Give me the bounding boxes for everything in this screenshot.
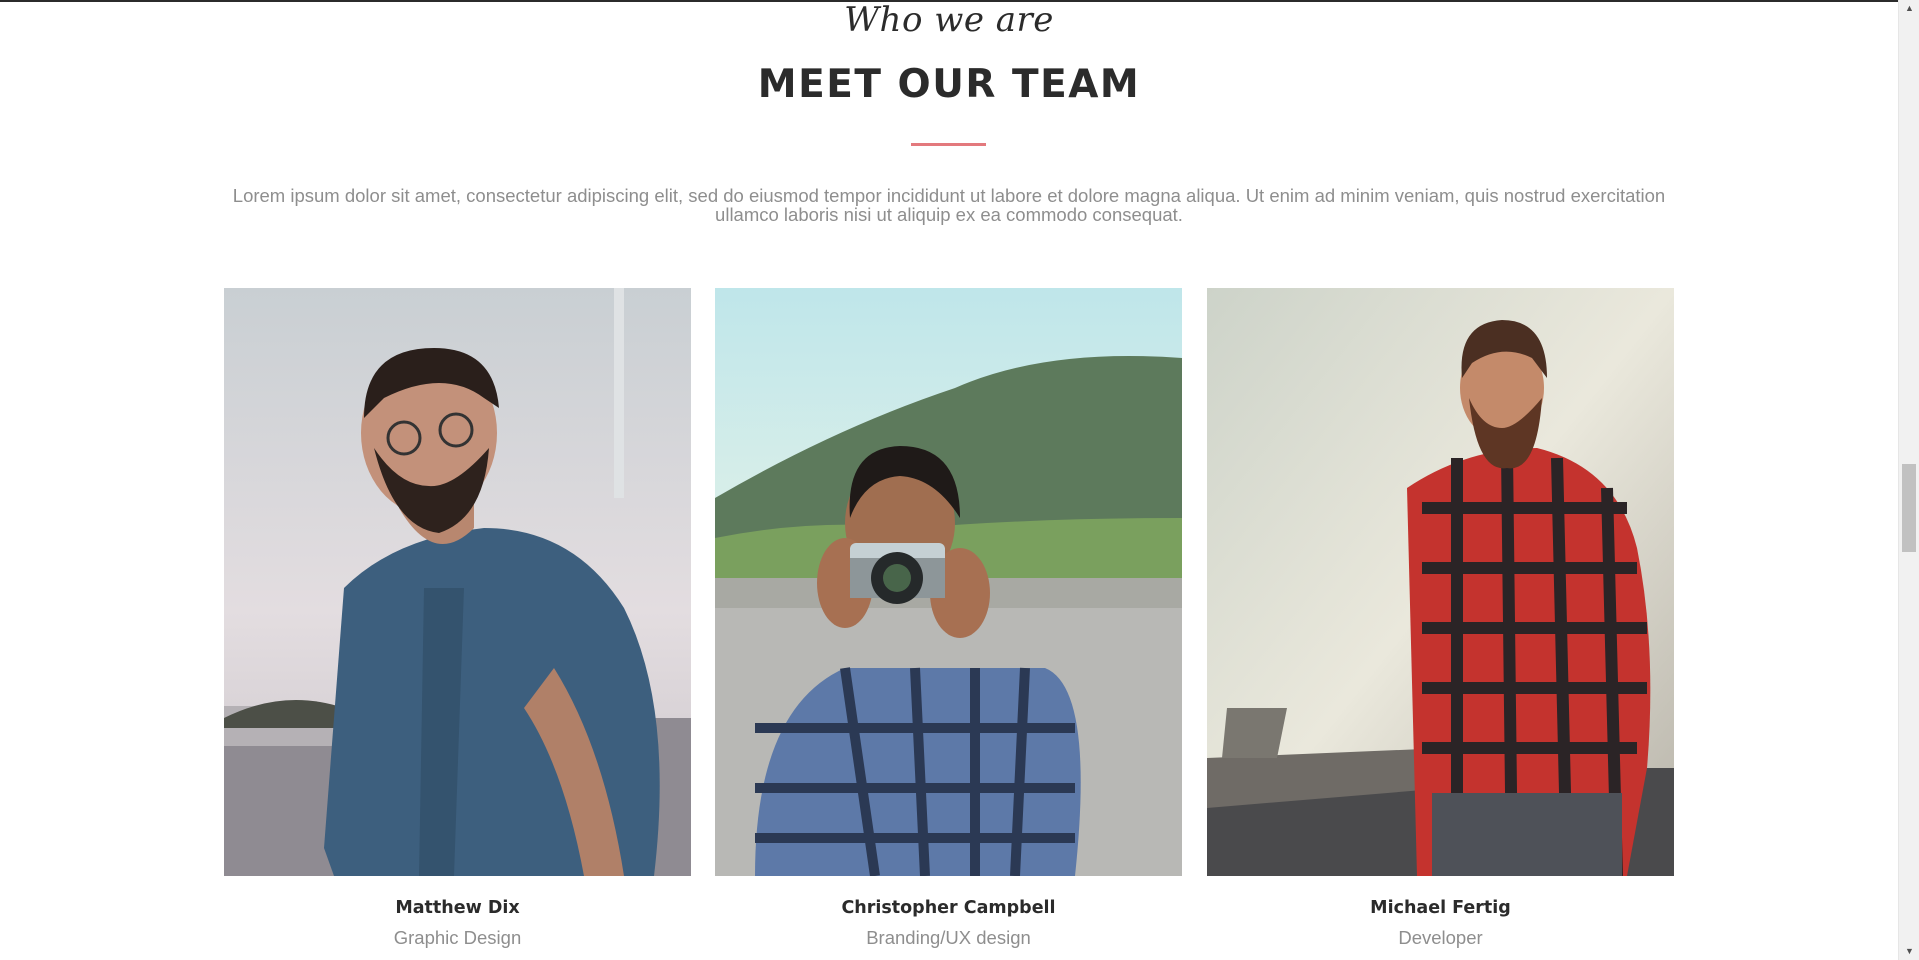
- team-photo-michael: [1207, 288, 1674, 876]
- member-name: Michael Fertig: [1370, 898, 1511, 918]
- team-card: Matthew Dix Graphic Design: [224, 288, 691, 949]
- team-card: Michael Fertig Developer: [1207, 288, 1674, 949]
- member-role: Graphic Design: [393, 927, 522, 948]
- arrow-down-icon[interactable]: ▼: [1899, 943, 1919, 960]
- member-role: Developer: [1398, 927, 1483, 948]
- scrollbar-thumb[interactable]: [1902, 464, 1916, 552]
- vertical-scrollbar[interactable]: ▲ ▼: [1898, 0, 1919, 960]
- section-kicker: Who we are: [844, 0, 1054, 40]
- title-divider: [911, 143, 986, 146]
- page: Who we are MEET OUR TEAM Lorem ipsum dol…: [0, 0, 1919, 960]
- section-title: MEET OUR TEAM: [757, 62, 1141, 107]
- section-intro: Lorem ipsum dolor sit amet, consectetur …: [232, 185, 1666, 225]
- member-role: Branding/UX design: [866, 927, 1031, 948]
- team-photo-christopher: [715, 288, 1182, 876]
- member-name: Christopher Campbell: [841, 898, 1056, 918]
- member-name: Matthew Dix: [395, 898, 520, 918]
- team-photo-matthew: [224, 288, 691, 876]
- team-section: Who we are MEET OUR TEAM Lorem ipsum dol…: [0, 0, 1898, 960]
- arrow-up-icon[interactable]: ▲: [1899, 0, 1919, 17]
- team-card: Christopher Campbell Branding/UX design: [715, 288, 1182, 949]
